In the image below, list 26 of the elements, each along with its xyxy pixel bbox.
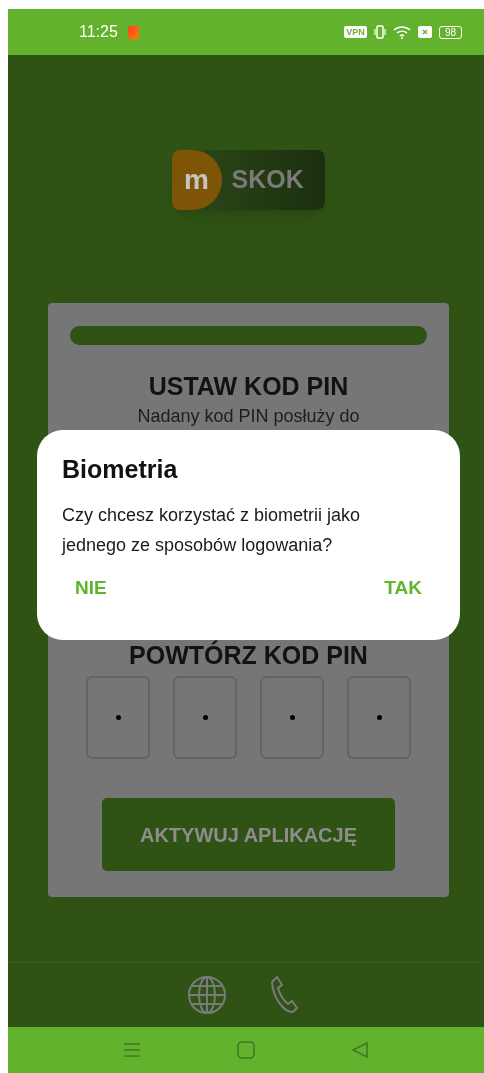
vpn-badge: VPN [344, 26, 367, 38]
dialog-button[interactable]: TAK [384, 574, 422, 603]
back-icon[interactable] [351, 1041, 369, 1059]
dialog-button[interactable]: NIE [75, 574, 107, 603]
pin-field[interactable] [260, 676, 324, 759]
dialog-message: Czy chcesz korzystać z biometrii jako jednego ze sposobów logowania? [62, 504, 362, 557]
battery-indicator: 98 [438, 25, 462, 39]
dialog-title: Biometria [62, 454, 179, 484]
subtitle: Nadany kod PIN posłuży do [137, 405, 360, 427]
pin-field[interactable] [173, 676, 237, 759]
vibrate-icon [373, 25, 386, 39]
menu-icon[interactable] [123, 1042, 141, 1058]
pin-field[interactable] [347, 676, 411, 759]
title: USTAW KOD PIN [148, 371, 349, 401]
repeat-label: POWTÓRZ KOD PIN [129, 641, 368, 669]
pin-field[interactable] [86, 676, 150, 759]
notification-icon [127, 25, 139, 39]
wifi-icon [392, 25, 411, 39]
logo-text: SKOK [231, 164, 304, 196]
activate-button[interactable]: AKTYWUJ APLIKACJĘ [102, 798, 395, 871]
clock: 11:25 [79, 22, 118, 42]
logo-letter: m [184, 163, 209, 197]
globe-icon[interactable] [187, 975, 227, 1015]
sim-icon [417, 26, 432, 38]
home-icon[interactable] [237, 1041, 255, 1059]
phone-icon[interactable] [269, 975, 299, 1015]
